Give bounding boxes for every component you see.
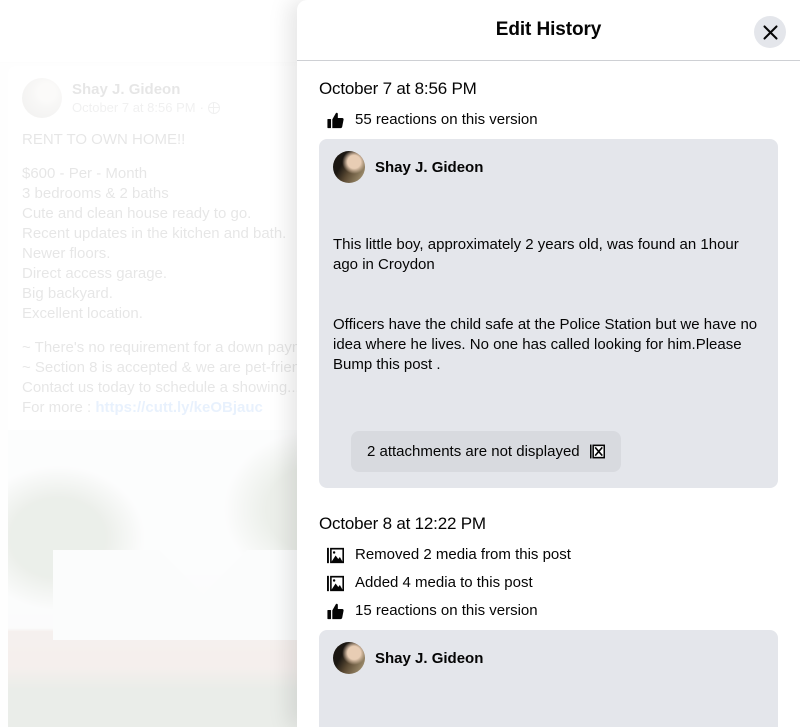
edit-history-dialog: Edit History October 7 at 8:56 PM 55 rea…: [297, 0, 800, 727]
close-button[interactable]: [754, 16, 786, 48]
change-text: Added 4 media to this post: [355, 574, 533, 591]
thumbs-up-icon: [327, 112, 344, 128]
snapshot-paragraph: Officers have the child safe at the Poli…: [333, 316, 762, 373]
change-text: 55 reactions on this version: [355, 111, 538, 128]
snapshot-text: This little boy, approximately 2 years o…: [333, 195, 764, 415]
change-text: 15 reactions on this version: [355, 602, 538, 619]
snapshot-paragraph: This little boy, approximately 2 years o…: [333, 236, 743, 273]
media-icon: [327, 575, 344, 591]
change-row: Removed 2 media from this post: [327, 546, 778, 564]
snapshot-text: RENT TO OWN HOME!! $600 - Per - Month...…: [333, 686, 764, 727]
avatar[interactable]: [333, 642, 365, 674]
snapshot-header: Shay J. Gideon: [333, 642, 764, 674]
dialog-body[interactable]: October 7 at 8:56 PM 55 reactions on thi…: [297, 61, 800, 727]
page-title: Edit History: [495, 19, 602, 40]
version-date: October 7 at 8:56 PM: [319, 79, 477, 98]
attachment-notice: 2 attachments are not displayed: [351, 431, 621, 472]
attachment-notice-text: 2 attachments are not displayed: [367, 443, 580, 460]
close-icon: [762, 24, 778, 40]
change-row: 55 reactions on this version: [327, 111, 778, 129]
change-row: Added 4 media to this post: [327, 574, 778, 592]
version-snapshot: Shay J. Gideon This little boy, approxim…: [319, 139, 778, 488]
media-icon: [327, 547, 344, 563]
change-text: Removed 2 media from this post: [355, 546, 571, 563]
avatar[interactable]: [333, 151, 365, 183]
version-entry: October 8 at 12:22 PM Removed 2 media fr…: [319, 514, 778, 727]
snapshot-header: Shay J. Gideon: [333, 151, 764, 183]
snapshot-author[interactable]: Shay J. Gideon: [375, 650, 483, 667]
change-row: 15 reactions on this version: [327, 602, 778, 620]
thumbs-up-icon: [327, 603, 344, 619]
version-snapshot: Shay J. Gideon RENT TO OWN HOME!! $600 -…: [319, 630, 778, 727]
snapshot-author[interactable]: Shay J. Gideon: [375, 159, 483, 176]
broken-image-icon: [589, 444, 605, 459]
version-date: October 8 at 12:22 PM: [319, 514, 486, 533]
version-entry: October 7 at 8:56 PM 55 reactions on thi…: [319, 79, 778, 488]
dialog-header: Edit History: [297, 0, 800, 61]
